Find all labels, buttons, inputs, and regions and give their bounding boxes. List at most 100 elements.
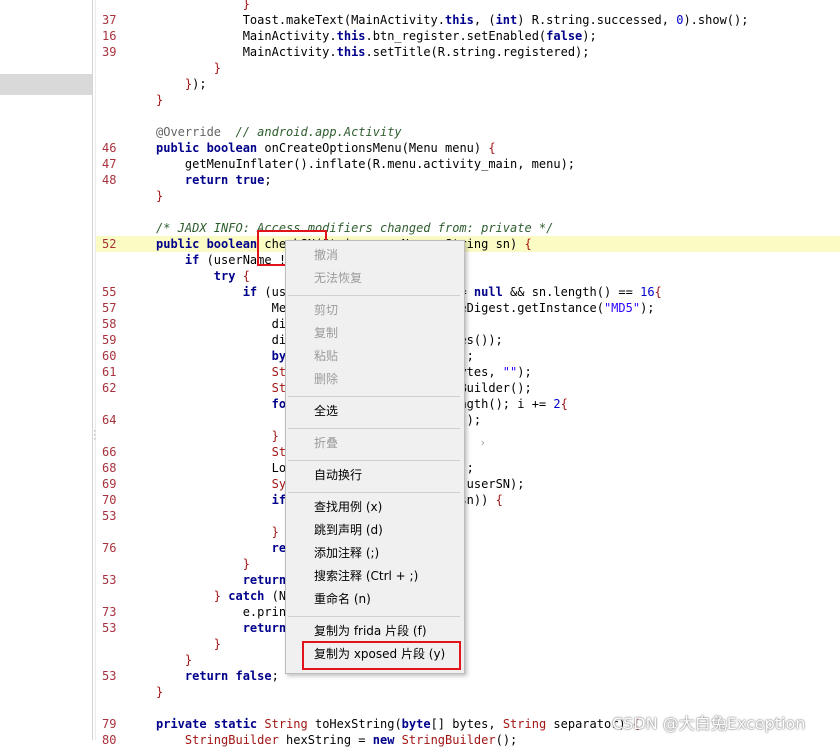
code-text: MainActivity.this.setTitle(R.string.regi… (156, 44, 590, 60)
code-line[interactable]: } (96, 684, 840, 700)
code-line[interactable]: } (96, 524, 840, 540)
menu-item[interactable]: 添加注释 (;) (314, 543, 459, 563)
code-line[interactable]: 52public boolean checkSN(String userName… (96, 236, 840, 252)
code-token: (); (495, 733, 518, 747)
code-line[interactable]: 69 Sys + userSN); (96, 476, 840, 492)
code-line[interactable]: 48 return true; (96, 172, 840, 188)
menu-item[interactable]: 自动换行 (314, 465, 459, 485)
code-token: && sn.length() == (502, 285, 641, 299)
menu-separator (288, 616, 460, 617)
menu-item-label: 无法恢复 (314, 271, 363, 285)
code-token: new (372, 733, 395, 747)
code-line[interactable]: } (96, 60, 840, 76)
code-token: /* JADX INFO: Access modifiers changed f… (156, 221, 554, 235)
code-line[interactable]: 16 MainActivity.this.btn_register.setEna… (96, 28, 840, 44)
watermark: CSDN @大白兔Exception (612, 714, 806, 733)
line-number: 79 (102, 717, 117, 731)
code-line[interactable]: } (96, 188, 840, 204)
line-number: 55 (102, 285, 117, 299)
code-token: } (156, 525, 279, 539)
menu-item[interactable]: 查找用例 (x) (314, 497, 459, 517)
code-line[interactable]: } (96, 652, 840, 668)
code-line[interactable]: try { (96, 268, 840, 284)
menu-item[interactable]: 跳到声明 (d) (314, 520, 459, 540)
code-line[interactable]: /* JADX INFO: Access modifiers changed f… (96, 220, 840, 236)
line-number: 16 (102, 29, 117, 43)
code-token: return (156, 573, 287, 587)
code-line[interactable]: 80 StringBuilder hexString = new StringB… (96, 732, 840, 748)
code-line[interactable]: 53 return (96, 620, 840, 636)
code-line[interactable]: 57 Mes geDigest.getInstance("MD5"); (96, 300, 840, 316)
code-line[interactable]: } (96, 636, 840, 652)
line-number: 68 (102, 461, 117, 475)
code-line[interactable]: 47 getMenuInflater().inflate(R.menu.acti… (96, 156, 840, 172)
code-line[interactable]: 70 if (sn)) { (96, 492, 840, 508)
code-token: } (156, 93, 164, 107)
code-line[interactable]: 61 Str bytes, ""); (96, 364, 840, 380)
menu-item-label: 复制 (314, 326, 339, 340)
code-token: catch (228, 589, 265, 603)
code-token: public boolean (156, 237, 258, 251)
line-number: 53 (102, 509, 117, 523)
menu-item[interactable]: 重命名 (n) (314, 589, 459, 609)
menu-item[interactable]: 复制为 frida 片段 (f) (314, 621, 459, 641)
code-line[interactable]: 55 if (use != null && sn.length() == 16{ (96, 284, 840, 300)
code-line[interactable]: } (96, 556, 840, 572)
menu-item-label: 搜索注释 (Ctrl + ;) (314, 569, 419, 583)
menu-item-label: 复制为 frida 片段 (f) (314, 624, 427, 638)
code-token: false (546, 29, 583, 43)
code-text: } (156, 636, 221, 652)
code-line[interactable]: 46 public boolean onCreateOptionsMenu(Men… (96, 140, 840, 156)
code-token: if (156, 493, 287, 507)
code-line[interactable]: 53 (96, 508, 840, 524)
code-line[interactable]: 53 return false; (96, 668, 840, 684)
code-line[interactable]: } (96, 0, 840, 12)
code-text: MainActivity.this.btn_register.setEnable… (156, 28, 597, 44)
code-text: } (156, 428, 279, 444)
code-token: } (156, 0, 250, 11)
selected-tree-row[interactable] (0, 74, 92, 95)
code-token: byt (156, 349, 294, 363)
code-line[interactable]: 66 Str ); (96, 444, 840, 460)
line-number: 80 (102, 733, 117, 747)
code-line[interactable]: 53 return (96, 572, 840, 588)
code-line[interactable] (96, 204, 840, 220)
code-line[interactable]: 76 ret (96, 540, 840, 556)
code-line[interactable]: } (96, 428, 840, 444)
code-editor[interactable]: } 37 Toast.makeText(MainActivity.this, (i… (96, 0, 840, 747)
code-token: return (156, 621, 287, 635)
code-token: .btn_register.setEnabled( (365, 29, 547, 43)
menu-item: 撤消 (314, 245, 459, 265)
code-line[interactable]: }); (96, 76, 840, 92)
code-line[interactable]: 39 MainActivity.this.setTitle(R.string.r… (96, 44, 840, 60)
menu-item[interactable]: 全选 (314, 401, 459, 421)
code-line[interactable]: 60 byt (); (96, 348, 840, 364)
code-line[interactable]: 64 i)); (96, 412, 840, 428)
code-token: } (156, 589, 222, 603)
code-line[interactable]: 68 Log N); (96, 460, 840, 476)
code-line[interactable]: 59 dig tes()); (96, 332, 840, 348)
project-tree-panel[interactable] (0, 0, 92, 740)
code-token: @Override (156, 125, 222, 139)
code-token: ); (640, 301, 655, 315)
code-token: } (156, 429, 279, 443)
menu-item-label: 粘贴 (314, 349, 339, 363)
code-line[interactable]: 37 Toast.makeText(MainActivity.this, (in… (96, 12, 840, 28)
code-line[interactable]: for ength(); i += 2{ (96, 396, 840, 412)
code-token: { (654, 285, 662, 299)
code-line[interactable]: 58 dig (96, 316, 840, 332)
code-line[interactable]: 62 Str gBuilder(); (96, 380, 840, 396)
code-token: { (242, 269, 250, 283)
code-line[interactable]: 73 e.print (96, 604, 840, 620)
code-line[interactable] (96, 108, 840, 124)
code-line[interactable]: } catch (No { (96, 588, 840, 604)
code-text: } (156, 0, 250, 12)
code-line[interactable]: if (userName != null (96, 252, 840, 268)
menu-item[interactable]: 搜索注释 (Ctrl + ;) (314, 566, 459, 586)
code-line[interactable]: @Override // android.app.Activity (96, 124, 840, 140)
code-token: } (156, 77, 193, 91)
line-number: 52 (102, 237, 117, 251)
menu-separator (288, 396, 460, 397)
code-line[interactable]: } (96, 92, 840, 108)
